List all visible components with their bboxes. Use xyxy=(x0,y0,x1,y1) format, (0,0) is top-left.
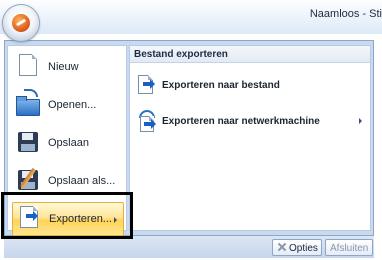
export-icon xyxy=(17,205,41,233)
title-bar: Naamloos - Sti xyxy=(0,0,382,34)
options-button[interactable]: Opties xyxy=(272,239,322,256)
menu-item-open[interactable]: Openen... xyxy=(12,88,124,122)
window-title: Naamloos - Sti xyxy=(309,8,382,20)
menu-item-save-as[interactable]: Opslaan als... xyxy=(12,164,124,198)
application-menu: Nieuw Openen... Opslaan Opslaan als... E… xyxy=(4,40,374,236)
submenu-item-label: Exporteren naar netwerkmachine xyxy=(162,115,320,127)
exit-label: Afsluiten xyxy=(330,243,369,254)
menu-footer: Opties Afsluiten xyxy=(4,236,374,258)
app-logo-icon xyxy=(12,14,30,32)
new-document-icon xyxy=(16,53,40,81)
save-as-icon xyxy=(16,167,40,195)
submenu-arrow-icon xyxy=(114,217,117,223)
menu-item-export[interactable]: Exporteren... xyxy=(12,202,124,236)
submenu-item-label: Exporteren naar bestand xyxy=(162,79,280,91)
menu-item-label: Opslaan xyxy=(48,137,89,149)
menu-item-label: Opslaan als... xyxy=(48,175,116,187)
export-network-icon xyxy=(136,110,156,132)
menu-item-new[interactable]: Nieuw xyxy=(12,50,124,84)
menu-item-label: Openen... xyxy=(48,99,97,111)
open-folder-icon xyxy=(16,89,40,119)
submenu-item-export-to-network[interactable]: Exporteren naar netwerkmachine xyxy=(134,108,366,134)
submenu-header: Bestand exporteren xyxy=(130,46,370,63)
menu-item-label: Nieuw xyxy=(48,61,79,73)
menu-command-list: Nieuw Openen... Opslaan Opslaan als... E… xyxy=(7,45,127,236)
export-file-icon xyxy=(136,74,156,96)
options-label: Opties xyxy=(289,243,318,254)
menu-item-save[interactable]: Opslaan xyxy=(12,126,124,160)
submenu-item-export-to-file[interactable]: Exporteren naar bestand xyxy=(134,72,366,98)
exit-button[interactable]: Afsluiten xyxy=(325,239,373,256)
export-submenu: Bestand exporteren Exporteren naar besta… xyxy=(129,45,371,231)
menu-item-label: Exporteren... xyxy=(49,213,112,225)
options-icon xyxy=(277,242,287,252)
submenu-arrow-icon xyxy=(359,118,362,124)
application-menu-button[interactable] xyxy=(3,5,39,41)
save-floppy-icon xyxy=(16,129,40,157)
